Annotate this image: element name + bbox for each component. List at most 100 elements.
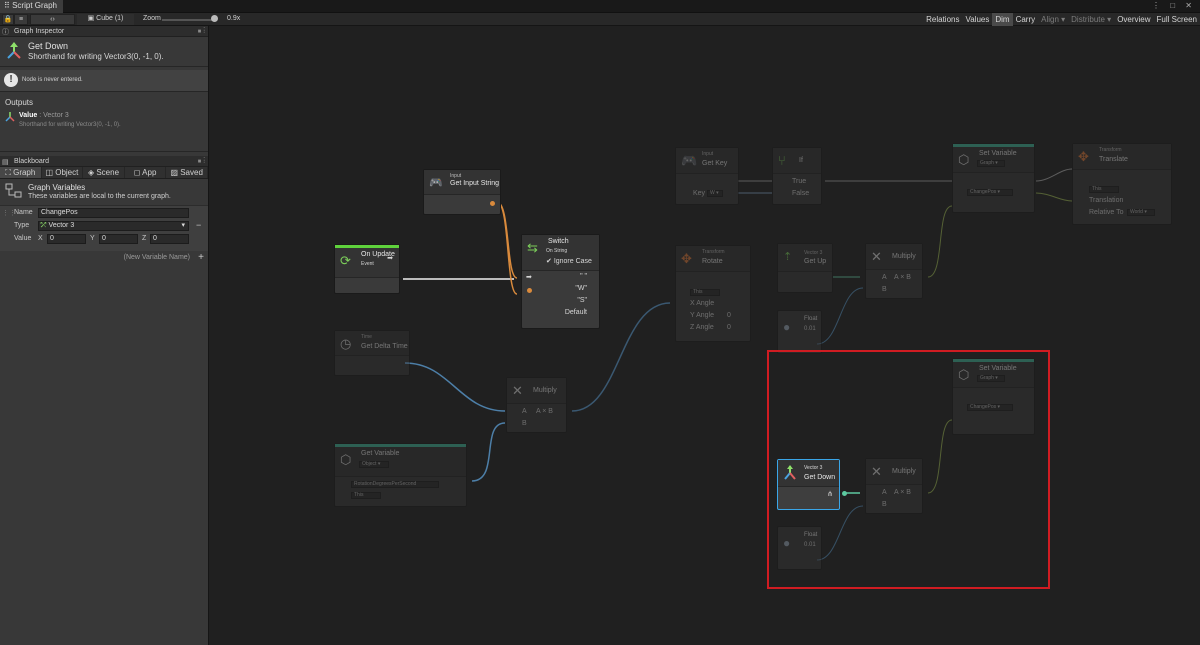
variable-name-field[interactable]: RotationDegreesPerSecond: [351, 481, 439, 488]
output-label: Value: [19, 112, 38, 119]
blackboard-controls[interactable]: ⏸ ⋮: [198, 156, 205, 167]
target-field[interactable]: This: [1089, 186, 1119, 193]
node-get-up[interactable]: ⇡ Vector 3 Get Up: [777, 243, 833, 293]
tab-scene[interactable]: ◈ Scene: [83, 167, 125, 178]
graph-variables-desc: These variables are local to the current…: [28, 193, 171, 200]
distribute-dropdown[interactable]: Distribute ▾: [1068, 13, 1114, 26]
port-label: A × B: [894, 274, 911, 281]
full-screen-button[interactable]: Full Screen: [1154, 13, 1200, 26]
node-multiply-1[interactable]: ✕ Multiply A A × B B: [506, 377, 567, 433]
tab-object-label: Object: [55, 168, 79, 177]
vector3-small-icon: [5, 112, 15, 122]
target-name: Cube (1): [96, 15, 124, 22]
target-field[interactable]: This: [351, 492, 381, 499]
value-z-field[interactable]: 0: [150, 234, 189, 244]
tab-graph[interactable]: ⛶ Graph: [0, 167, 42, 178]
node-subtitle: Vector 3: [804, 250, 823, 256]
flow-out-icon[interactable]: ➡: [387, 254, 393, 262]
values-button[interactable]: Values: [962, 13, 992, 26]
scope-dropdown[interactable]: Object ▾: [359, 461, 389, 468]
z-angle-value[interactable]: 0: [727, 324, 731, 331]
code-view-button[interactable]: ‹›: [30, 14, 75, 25]
menu-icon[interactable]: ≡: [14, 14, 28, 25]
highlight-box: [767, 350, 1050, 589]
tab-scene-label: Scene: [96, 168, 120, 177]
node-title: Get Input String: [450, 180, 500, 187]
node-get-delta-time[interactable]: ◷ Time Get Delta Time: [334, 330, 410, 376]
target-field[interactable]: This: [690, 289, 720, 296]
y-angle-value[interactable]: 0: [727, 312, 731, 319]
node-title: Float: [804, 316, 818, 322]
target-object[interactable]: ▣ Cube (1): [77, 14, 134, 25]
zoom-value: 0.9x: [227, 15, 241, 22]
graph-inspector-title: Graph Inspector: [14, 28, 65, 35]
node-header: ⬡ Get Variable Object ▾: [335, 447, 466, 477]
vector3-icon: [7, 42, 21, 59]
case-label: " ": [580, 273, 587, 280]
left-panel: ⓘ Graph Inspector ⏸ ⋮ Get Down Shorthand…: [0, 26, 209, 645]
remove-variable-button[interactable]: −: [196, 220, 201, 230]
variables-icon: [5, 183, 22, 198]
dim-button[interactable]: Dim: [992, 13, 1013, 26]
graph-canvas[interactable]: ⟳ On Update Event ➡ 🎮 Input Get Input St…: [210, 26, 1200, 645]
case-label: "S": [577, 297, 587, 304]
add-variable-button[interactable]: +: [198, 252, 204, 263]
node-title: Multiply: [533, 387, 557, 394]
node-title: Get Key: [702, 160, 728, 167]
scope-dropdown[interactable]: Graph ▾: [977, 160, 1005, 167]
node-translate[interactable]: ✥ Transform Translate This Translation R…: [1072, 143, 1172, 225]
variable-type-dropdown[interactable]: ⤱ Vector 3 ▾: [38, 221, 189, 231]
node-float-1[interactable]: ● Float 0.01: [777, 310, 822, 354]
node-multiply-2[interactable]: ✕ Multiply A A × B B: [865, 243, 923, 299]
node-header: 🎮 Input Get Key: [676, 148, 738, 174]
overview-button[interactable]: Overview: [1114, 13, 1153, 26]
variable-name-dropdown[interactable]: ChangePos ▾: [967, 189, 1013, 196]
zoom-slider[interactable]: [162, 19, 216, 21]
node-get-variable[interactable]: ⬡ Get Variable Object ▾ RotationDegreesP…: [334, 443, 467, 507]
switch-icon: ⇆: [527, 240, 538, 255]
key-dropdown[interactable]: W ▾: [707, 190, 723, 197]
tab-title: Script Graph: [12, 1, 57, 10]
output-port[interactable]: [490, 201, 495, 206]
node-header: ✥ Transform Translate: [1073, 144, 1171, 170]
y-angle-label: Y Angle: [690, 312, 715, 319]
relations-button[interactable]: Relations: [923, 13, 962, 26]
panel-controls[interactable]: ⏸ ⋮: [198, 26, 205, 37]
saved-tab-icon: ▨: [170, 168, 181, 177]
flow-in-icon[interactable]: ➡: [526, 273, 532, 281]
graph-tab-icon: ⛶: [5, 168, 14, 177]
node-get-key[interactable]: 🎮 Input Get Key Key W ▾: [675, 147, 739, 205]
tab-script-graph[interactable]: ⠿ Script Graph: [0, 0, 63, 13]
input-port[interactable]: [527, 288, 532, 293]
node-set-variable-1[interactable]: ⬡ Set Variable Graph ▾ ChangePos ▾: [952, 143, 1035, 213]
tab-app[interactable]: ◻ App: [125, 167, 167, 178]
node-rotate[interactable]: ✥ Transform Rotate This X Angle Y Angle …: [675, 245, 751, 342]
tab-saved[interactable]: ▨ Saved: [166, 167, 208, 178]
ignore-case-checkbox[interactable]: ✔ Ignore Case: [546, 257, 592, 265]
new-variable-name-field[interactable]: (New Variable Name): [124, 254, 190, 261]
float-value[interactable]: 0.01: [804, 326, 816, 332]
variable-name-field[interactable]: ChangePos: [38, 208, 189, 218]
node-switch[interactable]: ⇆ Switch On String ✔ Ignore Case ➡ " " "…: [521, 234, 600, 329]
relative-to-dropdown[interactable]: World ▾: [1127, 209, 1155, 216]
value-x-field[interactable]: 0: [47, 234, 86, 244]
port-label: A: [522, 408, 527, 415]
window-controls[interactable]: ⋮ □ ✕: [1152, 1, 1196, 10]
outputs-header: Outputs: [5, 98, 34, 107]
tab-object[interactable]: ◫ Object: [42, 167, 84, 178]
value-y-field[interactable]: 0: [99, 234, 138, 244]
zoom-slider-handle[interactable]: [211, 15, 218, 22]
node-on-update[interactable]: ⟳ On Update Event ➡: [334, 244, 400, 294]
carry-button[interactable]: Carry: [1013, 13, 1039, 26]
align-dropdown[interactable]: Align ▾: [1038, 13, 1068, 26]
node-get-input-string[interactable]: 🎮 Input Get Input String: [423, 169, 501, 215]
node-header: ✥ Transform Rotate: [676, 246, 750, 272]
zoom-label: Zoom: [143, 15, 161, 22]
transform-icon: ✥: [1078, 149, 1089, 164]
node-subtitle: Input: [450, 173, 462, 179]
z-label: Z: [142, 235, 147, 242]
node-header: ⬡ Set Variable Graph ▾: [953, 147, 1034, 173]
lock-icon[interactable]: 🔒: [2, 14, 14, 25]
node-if[interactable]: ⑂ If True False: [772, 147, 822, 205]
node-title: Get Up: [804, 258, 827, 265]
